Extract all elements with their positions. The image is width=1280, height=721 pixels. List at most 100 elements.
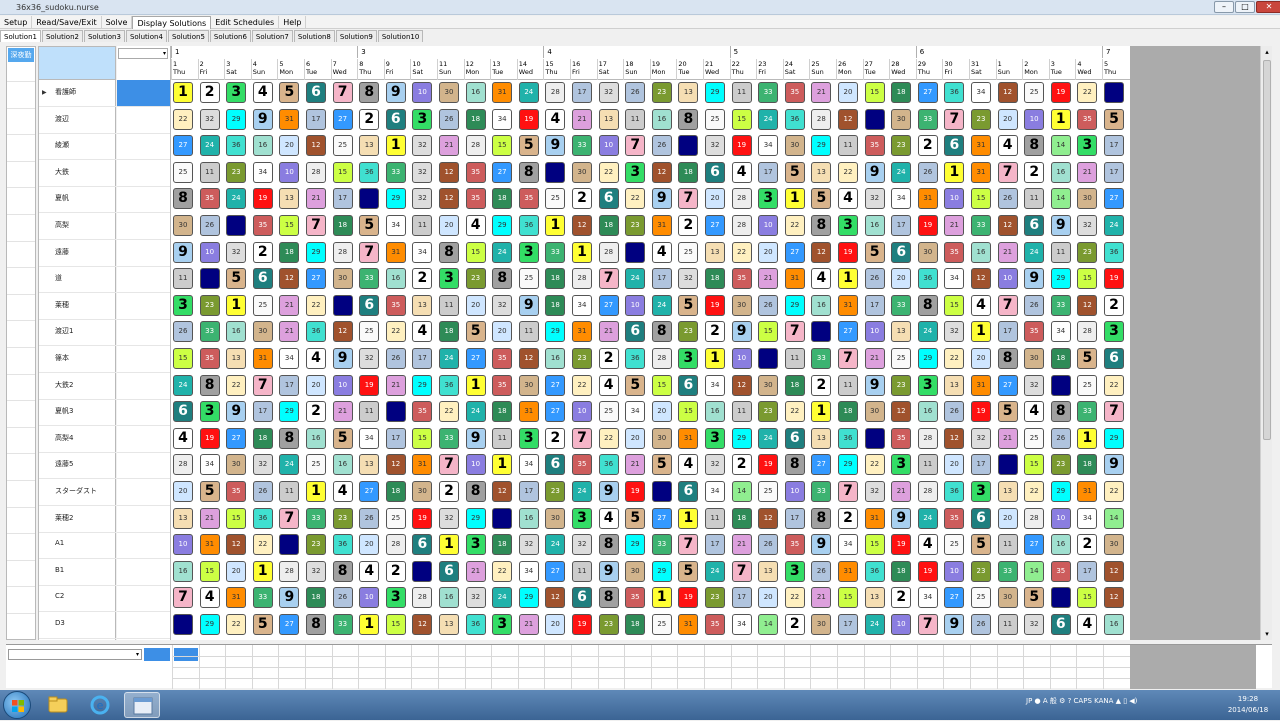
- shift-cell[interactable]: 26: [864, 268, 885, 290]
- shift-cell[interactable]: 12: [518, 348, 539, 369]
- shift-cell[interactable]: 8: [651, 321, 672, 343]
- shift-cell[interactable]: 16: [971, 241, 991, 263]
- shift-cell[interactable]: 28: [545, 82, 566, 103]
- shift-cell[interactable]: 11: [439, 294, 459, 316]
- shift-cell[interactable]: 8: [439, 241, 459, 263]
- shift-cell[interactable]: 11: [731, 82, 752, 103]
- shift-cell[interactable]: 3: [226, 82, 247, 103]
- shift-cell[interactable]: 25: [359, 321, 380, 343]
- shift-cell[interactable]: 20: [705, 188, 725, 210]
- shift-cell[interactable]: 30: [332, 268, 353, 290]
- shift-cell[interactable]: 12: [439, 161, 459, 183]
- shift-cell[interactable]: 6: [705, 161, 725, 183]
- taskbar-browser-button[interactable]: e: [82, 692, 118, 718]
- shift-cell[interactable]: 31: [651, 215, 672, 236]
- staff-row-header[interactable]: 大鉄: [39, 160, 116, 187]
- tab-solution[interactable]: Solution7: [251, 30, 293, 42]
- shift-cell[interactable]: 35: [864, 135, 885, 157]
- shift-cell[interactable]: 31: [838, 560, 858, 582]
- shift-cell[interactable]: 20: [439, 215, 459, 236]
- shift-cell[interactable]: 8: [518, 161, 539, 183]
- shift-cell[interactable]: 24: [572, 481, 592, 502]
- shift-cell[interactable]: 8: [306, 614, 326, 635]
- shift-cell[interactable]: 4: [598, 507, 619, 529]
- staff-row-header[interactable]: 夏帆3: [39, 399, 116, 427]
- shift-cell[interactable]: 32: [199, 108, 220, 130]
- shift-cell[interactable]: 12: [226, 534, 247, 556]
- shift-cell[interactable]: 8: [173, 188, 193, 210]
- shift-cell[interactable]: 15: [944, 294, 965, 316]
- shift-cell[interactable]: [359, 188, 380, 210]
- shift-cell[interactable]: 9: [598, 481, 619, 502]
- shift-cell[interactable]: 18: [492, 534, 513, 556]
- shift-cell[interactable]: 19: [412, 507, 433, 529]
- shift-cell[interactable]: 31: [518, 401, 539, 423]
- shift-cell[interactable]: 32: [439, 507, 459, 529]
- shift-cell[interactable]: 34: [891, 188, 912, 210]
- shift-cell[interactable]: 25: [252, 294, 273, 316]
- shift-cell[interactable]: 21: [279, 321, 300, 343]
- shift-cell[interactable]: 17: [518, 481, 539, 502]
- shift-cell[interactable]: 14: [758, 614, 779, 635]
- shift-cell[interactable]: 17: [864, 294, 885, 316]
- shift-cell[interactable]: 32: [971, 427, 991, 449]
- shift-cell[interactable]: 2: [306, 401, 326, 423]
- shift-cell[interactable]: 32: [518, 534, 539, 556]
- shift-cell[interactable]: 17: [705, 534, 725, 556]
- shift-cell[interactable]: 23: [971, 560, 991, 582]
- shift-cell[interactable]: 15: [971, 188, 991, 210]
- shift-cell[interactable]: 18: [838, 401, 858, 423]
- shift-cell[interactable]: 34: [625, 401, 646, 423]
- shift-cell[interactable]: 17: [279, 374, 300, 396]
- shift-cell[interactable]: 21: [465, 560, 486, 582]
- shift-cell[interactable]: 36: [944, 481, 965, 502]
- shift-cell[interactable]: 18: [1050, 348, 1071, 369]
- shift-cell[interactable]: [385, 401, 406, 423]
- shift-cell[interactable]: 16: [465, 82, 486, 103]
- shift-cell[interactable]: 5: [226, 268, 247, 290]
- shift-cell[interactable]: 12: [545, 587, 566, 609]
- shift-cell[interactable]: 29: [465, 507, 486, 529]
- menu-item[interactable]: Read/Save/Exit: [32, 16, 102, 29]
- minimize-button[interactable]: –: [1214, 1, 1234, 13]
- day-header[interactable]: 18 Sun: [623, 59, 650, 80]
- shift-cell[interactable]: 36: [252, 507, 273, 529]
- shift-cell[interactable]: 30: [997, 587, 1018, 609]
- shift-cell[interactable]: 27: [705, 215, 725, 236]
- shift-cell[interactable]: 27: [173, 135, 193, 157]
- shift-cell[interactable]: 29: [838, 454, 858, 476]
- shift-cell[interactable]: 36: [944, 82, 965, 103]
- shift-cell[interactable]: 24: [545, 534, 566, 556]
- shift-cell[interactable]: 29: [651, 560, 672, 582]
- shift-cell[interactable]: 5: [651, 454, 672, 476]
- shift-cell[interactable]: 5: [252, 614, 273, 635]
- shift-cell[interactable]: 30: [731, 294, 752, 316]
- shift-cell[interactable]: 10: [944, 188, 965, 210]
- shift-cell[interactable]: 10: [944, 560, 965, 582]
- shift-cell[interactable]: 20: [971, 348, 991, 369]
- shift-cell[interactable]: 32: [412, 161, 433, 183]
- staff-row-header[interactable]: 莱穂: [39, 293, 116, 320]
- shift-cell[interactable]: 10: [864, 321, 885, 343]
- shift-cell[interactable]: 20: [492, 321, 513, 343]
- shift-cell[interactable]: 35: [465, 188, 486, 210]
- shift-cell[interactable]: 21: [279, 294, 300, 316]
- shift-cell[interactable]: 8: [678, 108, 699, 130]
- tab-solution[interactable]: Solution3: [83, 30, 125, 42]
- shift-cell[interactable]: 20: [306, 374, 326, 396]
- shift-cell[interactable]: 23: [625, 215, 646, 236]
- shift-cell[interactable]: 2: [678, 215, 699, 236]
- shift-cell[interactable]: 24: [758, 108, 779, 130]
- shift-cell[interactable]: 33: [199, 321, 220, 343]
- shift-cell[interactable]: 4: [731, 161, 752, 183]
- shift-cell[interactable]: 6: [1104, 348, 1124, 369]
- shift-cell[interactable]: 31: [279, 108, 300, 130]
- shift-cell[interactable]: 2: [891, 587, 912, 609]
- shift-cell[interactable]: 24: [917, 507, 938, 529]
- menu-item[interactable]: Display Solutions: [132, 16, 212, 29]
- shift-cell[interactable]: 30: [252, 321, 273, 343]
- shift-cell[interactable]: 11: [1024, 188, 1045, 210]
- shift-cell[interactable]: 19: [971, 401, 991, 423]
- shift-cell[interactable]: 20: [997, 507, 1018, 529]
- shift-cell[interactable]: 26: [811, 560, 832, 582]
